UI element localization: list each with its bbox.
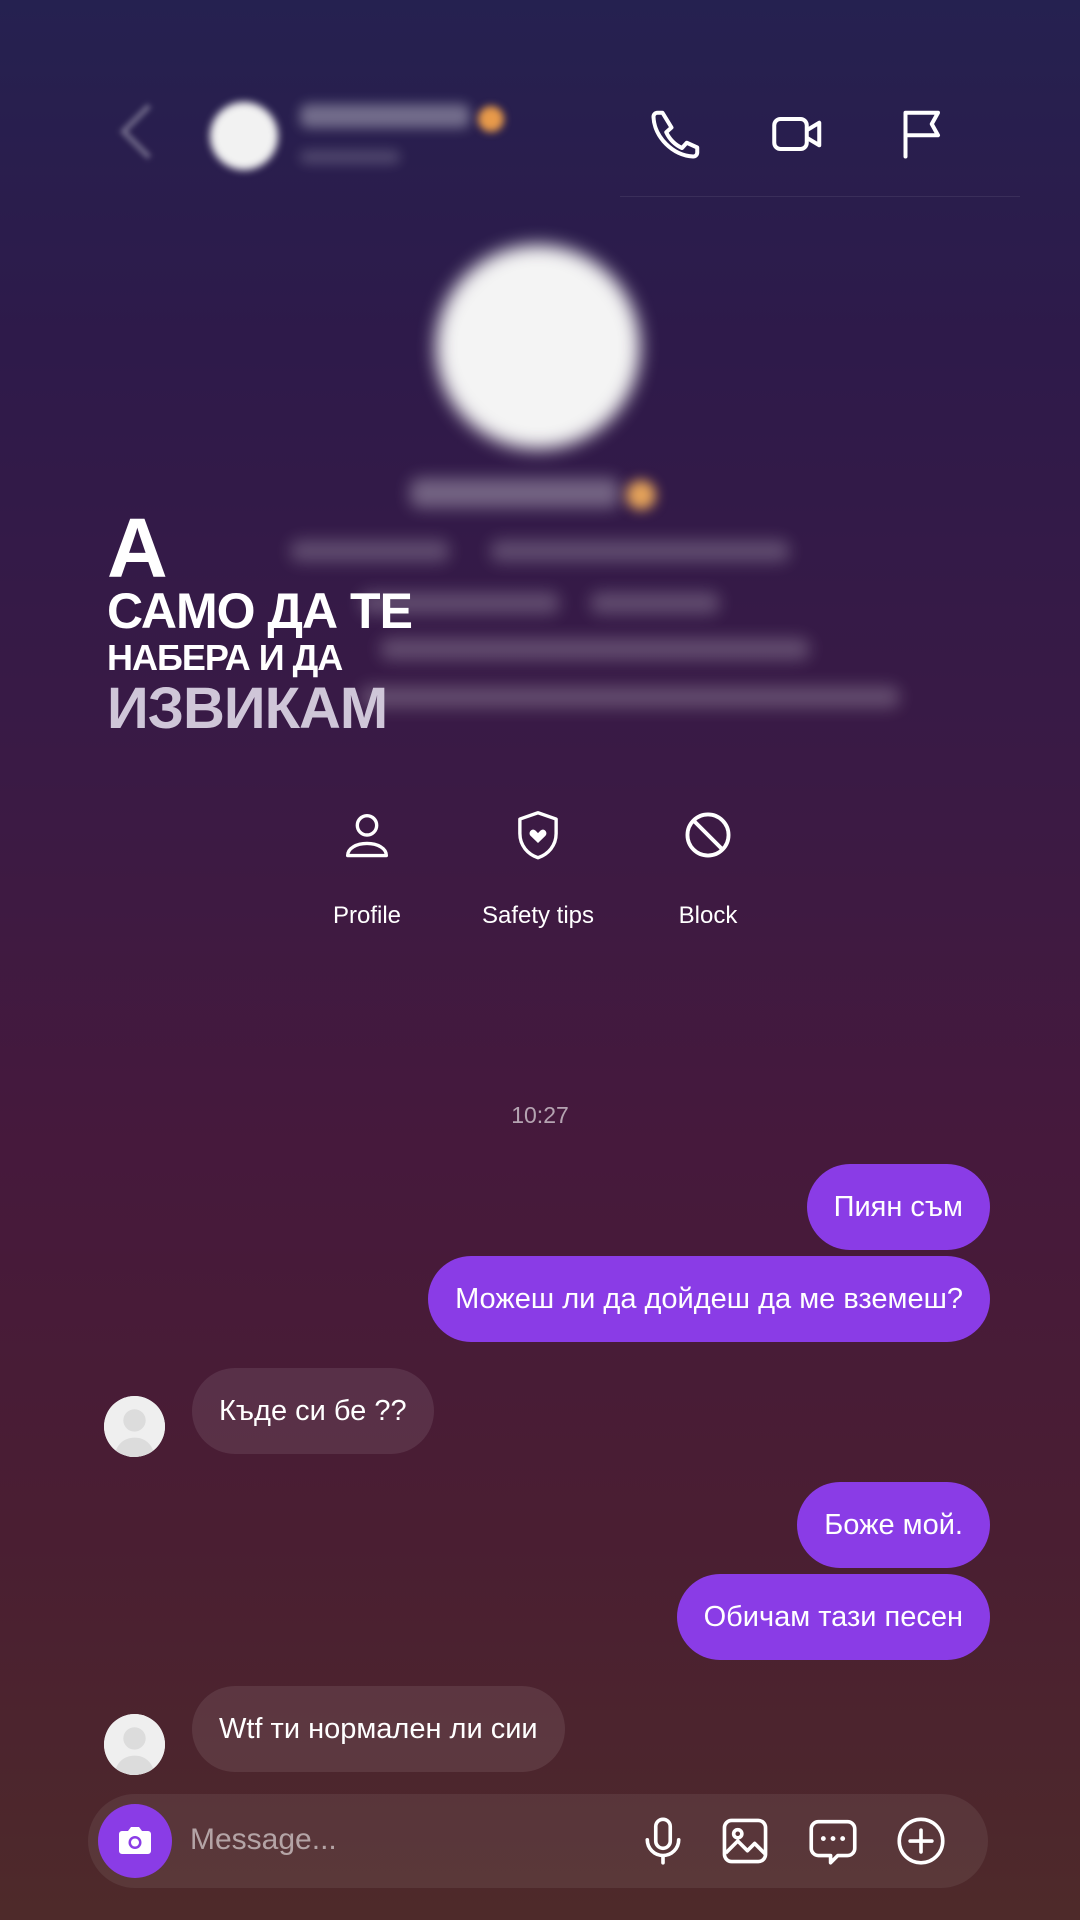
- profile-bio-blurred: [360, 686, 900, 708]
- outgoing-message[interactable]: Обичам тази песен: [676, 1574, 990, 1660]
- block-icon: [685, 812, 731, 858]
- header-divider: [620, 196, 1020, 197]
- microphone-icon[interactable]: [634, 1812, 692, 1870]
- profile-meta-blurred: [290, 540, 450, 562]
- profile-button[interactable]: Profile: [282, 806, 452, 930]
- verified-badge-icon: [478, 106, 504, 132]
- profile-name-blurred: [410, 478, 620, 508]
- camera-icon: [119, 1827, 151, 1854]
- incoming-message[interactable]: Къде си бе ??: [192, 1368, 434, 1454]
- flag-icon[interactable]: [893, 104, 953, 164]
- profile-meta-blurred: [490, 540, 790, 562]
- outgoing-message[interactable]: Можеш ли да дойдеш да ме вземеш?: [428, 1256, 990, 1342]
- safety-tips-button[interactable]: Safety tips: [453, 806, 623, 930]
- incoming-message[interactable]: Wtf ти нормален ли сии: [192, 1686, 565, 1772]
- caption-line-3: НАБЕРА И ДА: [107, 637, 343, 678]
- outgoing-message[interactable]: Пиян съм: [806, 1164, 990, 1250]
- outgoing-message[interactable]: Боже мой.: [797, 1482, 990, 1568]
- caption-line-4: ИЗВИКАМ: [107, 676, 388, 741]
- sender-avatar[interactable]: [104, 1396, 165, 1457]
- header-avatar[interactable]: [210, 102, 278, 170]
- image-icon[interactable]: [716, 1812, 774, 1870]
- safety-tips-label: Safety tips: [481, 902, 595, 929]
- header-status-blurred: [300, 150, 400, 164]
- verified-badge-icon: [626, 480, 656, 510]
- profile-avatar[interactable]: [436, 245, 640, 449]
- profile-bio-blurred: [380, 638, 810, 660]
- sender-avatar[interactable]: [104, 1714, 165, 1775]
- header-username-blurred: [300, 104, 470, 128]
- profile-label: Profile: [332, 902, 402, 929]
- plus-circle-icon[interactable]: [892, 1812, 950, 1870]
- message-input[interactable]: [190, 1812, 590, 1868]
- camera-button[interactable]: [98, 1804, 172, 1878]
- default-avatar-icon: [104, 1396, 165, 1457]
- default-avatar-icon: [104, 1714, 165, 1775]
- message-timestamp: 10:27: [511, 1102, 569, 1128]
- profile-meta-blurred: [590, 592, 720, 614]
- person-icon: [345, 813, 389, 858]
- block-button[interactable]: Block: [623, 806, 793, 930]
- caption-line-2: САМО ДА ТЕ: [107, 583, 413, 639]
- block-label: Block: [678, 902, 738, 929]
- back-icon[interactable]: [119, 103, 176, 160]
- shield-heart-icon: [518, 811, 558, 860]
- phone-icon[interactable]: [646, 104, 706, 164]
- video-camera-icon[interactable]: [768, 104, 828, 164]
- caption-line-1: А: [107, 501, 168, 595]
- chat-bubble-icon[interactable]: [804, 1812, 862, 1870]
